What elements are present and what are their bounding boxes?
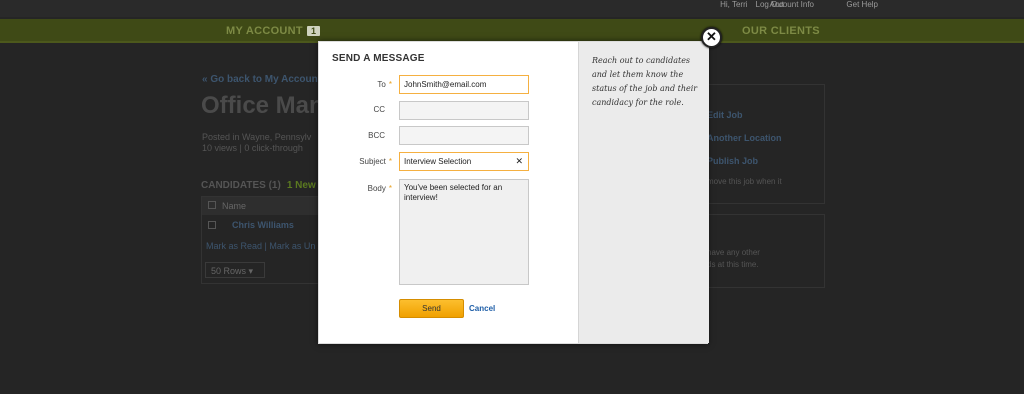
body-label: Body *	[367, 184, 392, 193]
body-textarea[interactable]: You've been selected for an interview!	[399, 179, 529, 285]
publish-job-link[interactable]: Publish Job	[707, 156, 758, 166]
to-label: To *	[377, 80, 392, 89]
nav-my-account[interactable]: MY ACCOUNT 1	[226, 25, 321, 37]
bcc-label: BCC	[368, 131, 385, 140]
rows-select[interactable]: 50 Rows ▾	[205, 262, 265, 278]
main-nav: MY ACCOUNT 1 OUR CLIENTS	[0, 19, 1024, 43]
send-message-modal: SEND A MESSAGE To * JohnSmith@email.com C…	[318, 41, 709, 344]
to-field[interactable]: JohnSmith@email.com	[399, 75, 529, 94]
subject-label: Subject *	[359, 157, 392, 166]
get-help-link[interactable]: Get Help	[846, 0, 878, 9]
subject-field[interactable]: Interview Selection ✕	[399, 152, 529, 171]
back-link[interactable]: « Go back to My Account	[202, 74, 321, 85]
subject-value: Interview Selection	[404, 157, 472, 166]
close-icon[interactable]: ✕	[701, 27, 722, 48]
modal-title: SEND A MESSAGE	[332, 53, 425, 64]
cc-label: CC	[373, 105, 385, 114]
side-note-3: ds at this time.	[707, 260, 759, 269]
account-info-link[interactable]: Account Info	[770, 0, 814, 9]
table-header: Name	[202, 197, 318, 215]
side-note-2: have any other	[707, 248, 760, 257]
nav-our-clients[interactable]: OUR CLIENTS	[742, 25, 820, 37]
tip-text: Reach out to candidates and let them kno…	[592, 56, 698, 107]
clear-subject-icon[interactable]: ✕	[515, 156, 523, 167]
row-checkbox[interactable]	[208, 221, 216, 229]
account-badge: 1	[306, 26, 321, 36]
table-row[interactable]: Chris Williams	[202, 215, 318, 235]
side-note: move this job when it	[707, 177, 782, 186]
new-candidates-link[interactable]: 1 New	[287, 180, 316, 191]
another-location-link[interactable]: Another Location	[707, 133, 782, 143]
candidates-heading: CANDIDATES (1) 1 New	[201, 180, 316, 191]
bcc-field[interactable]	[399, 126, 529, 145]
mark-links[interactable]: Mark as Read | Mark as Un	[206, 241, 315, 251]
select-all-checkbox[interactable]	[208, 201, 216, 209]
top-bar: Hi, Terri Log Out Account Info Get Help	[0, 0, 1024, 17]
send-button[interactable]: Send	[399, 299, 464, 318]
message-form: SEND A MESSAGE To * JohnSmith@email.com C…	[319, 42, 578, 343]
job-meta: Posted in Wayne, Pennsylv 10 views | 0 c…	[202, 132, 312, 153]
edit-job-link[interactable]: Edit Job	[707, 110, 743, 120]
greeting: Hi, Terri	[720, 0, 748, 9]
tip-panel: Reach out to candidates and let them kno…	[578, 42, 709, 343]
cc-field[interactable]	[399, 101, 529, 120]
cancel-link[interactable]: Cancel	[469, 304, 495, 313]
